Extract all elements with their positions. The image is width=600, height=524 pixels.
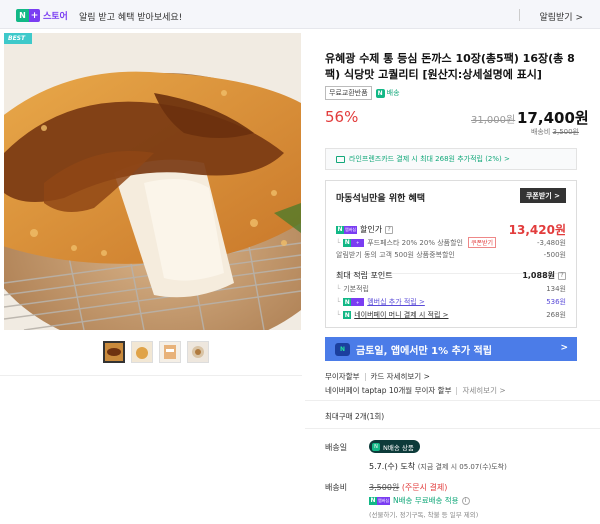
alarm-subscribe-button[interactable]: 알림받기 > <box>539 10 583 23</box>
best-tag: BEST <box>4 33 32 44</box>
shipping-fee-label: 배송비 <box>530 128 551 136</box>
naver-app-icon: N <box>335 342 350 356</box>
divider <box>305 400 600 401</box>
installment-row: 무이자할부 카드 자세히보기 > <box>325 371 430 382</box>
coupon-download-button[interactable]: 쿠폰받기 > <box>520 188 566 203</box>
shipping-fee-value: 3,500원 <box>552 128 579 136</box>
shipping-exclusion-note: (선물하기, 정기구독, 착불 등 일부 제외) <box>369 511 479 519</box>
arrival-date: 5.7.(수) 도착 <box>369 462 416 471</box>
n-delivery-tag-label: N배송 상품 <box>383 443 414 452</box>
card-detail-link[interactable]: 카드 자세히보기 > <box>371 371 430 382</box>
coupon-tag[interactable]: 쿠폰받기 <box>467 237 497 248</box>
naver-plus-membership-icon: N 멤버십 <box>336 225 357 234</box>
basic-points-value: 134원 <box>546 285 566 293</box>
thumbnail-strip <box>103 341 209 363</box>
alarm-discount-row: 알림받기 동의 고객 500원 상품중복할인 -500원 <box>336 250 566 260</box>
free-return-badge: 무료교환반품 <box>325 86 372 100</box>
max-points-label: 최대 적립 포인트 <box>336 271 393 280</box>
shipping-cost-value: 3,500원 <box>369 483 400 492</box>
store-label: 스토어 <box>43 12 68 22</box>
shipping-fee-summary: 배송비 3,500원 <box>531 127 579 137</box>
shipping-cost-label: 배송비 <box>325 483 348 492</box>
product-main-image[interactable] <box>4 33 301 330</box>
help-icon[interactable]: ? <box>385 225 394 234</box>
thumbnail-2[interactable] <box>131 341 153 363</box>
naver-n-icon: N <box>372 442 380 451</box>
card-benefit-banner[interactable]: 라인프렌즈카드 결제 시 최대 268원 추가적립 (2%) > <box>325 148 577 170</box>
taptap-detail-link[interactable]: 자세히보기 > <box>462 385 505 396</box>
info-icon[interactable]: i <box>461 496 470 505</box>
basic-points-label: 기본적립 <box>343 285 369 293</box>
naver-n-icon: N <box>16 9 29 22</box>
delivery-badge-label: 배송 <box>386 89 400 97</box>
member-benefit-box: 마동석님만을 위한 혜택 쿠폰받기 > N 멤버십 할인가 ? 13,420원 └… <box>325 180 577 328</box>
alarm-discount-label: 알림받기 동의 고객 500원 상품중복할인 <box>336 251 455 259</box>
max-purchase-text: 최대구매 2개(1회) <box>325 412 385 421</box>
free-shipping-row: N 멤버십 N배송 무료배송 적용 i <box>369 495 470 506</box>
max-points-row: 최대 적립 포인트 1,088원 ? <box>336 270 566 281</box>
notification-message: 알림 받고 혜택 받아보세요! <box>79 13 183 23</box>
taptap-label: 네이버페이 taptap 10개월 무이자 할부 <box>325 386 452 395</box>
naver-plus-icon: N + <box>343 298 365 306</box>
product-title: 유혜광 수제 통 등심 돈까스 10장(총5팩) 16장(총 8팩) 식당맛 고… <box>325 52 575 81</box>
discount-detail-row: └ N + 푸드페스타 20% 20% 상품할인 쿠폰받기 -3,480원 <box>336 237 566 248</box>
shipping-cost: 3,500원 (주문시 결제) <box>369 482 447 493</box>
membership-points-link[interactable]: 멤버십 추가 적립 > <box>367 297 425 307</box>
app-promo-banner[interactable]: N 금토일, 앱에서만 1% 추가 적립 > <box>325 337 577 361</box>
installment-label: 무이자할부 <box>325 372 360 381</box>
thumbnail-4[interactable] <box>187 341 209 363</box>
discount-rate: 56% <box>325 108 359 126</box>
naver-pay-icon: N <box>343 311 352 319</box>
alarm-discount-value: -500원 <box>543 251 566 259</box>
naver-n-icon: N <box>375 88 385 98</box>
discount-price-label: 할인가 <box>360 225 383 234</box>
thumbnail-3[interactable] <box>159 341 181 363</box>
plus-icon: + <box>29 9 40 22</box>
naverpay-points-value: 268원 <box>546 311 566 319</box>
max-points-value: 1,088원 <box>522 271 555 280</box>
benefit-title: 마동석님만을 위한 혜택 <box>336 194 426 204</box>
naver-plus-store-logo: N + 스토어 <box>16 9 68 22</box>
top-notification-bar: N + 스토어 알림 받고 혜택 받아보세요! 알림받기 > <box>0 0 600 29</box>
shipping-cost-note: (주문시 결제) <box>401 483 448 492</box>
n-delivery-tag: N N배송 상품 <box>369 440 420 453</box>
discount-price-row: N 멤버십 할인가 ? 13,420원 <box>336 221 566 238</box>
arrival-note: (지금 결제 시 05.07(수)도착) <box>417 463 507 471</box>
tonkatsu-photo-illustration <box>4 33 301 330</box>
naver-plus-icon: N + <box>343 238 365 247</box>
free-shipping-text: N배송 무료배송 적용 <box>393 496 459 505</box>
naver-plus-membership-icon: N 멤버십 <box>369 496 390 505</box>
basic-points-row: └ 기본적립 134원 <box>336 285 566 293</box>
chevron-right-icon: > <box>560 343 568 353</box>
card-benefit-text: 라인프렌즈카드 결제 시 최대 268원 추가적립 (2%) > <box>349 155 510 163</box>
food-festa-discount-label: 푸드페스타 20% 20% 상품할인 <box>367 238 463 247</box>
naverpay-points-row: └ N 네이버페이 머니 결제 시 적립 > 268원 <box>336 310 566 320</box>
max-purchase-row: 최대구매 2개(1회) <box>325 411 384 422</box>
help-icon[interactable]: ? <box>558 271 566 280</box>
delivery-badge: N 배송 <box>375 88 400 98</box>
food-festa-discount-value: -3,480원 <box>536 238 566 247</box>
naverpay-points-link[interactable]: 네이버페이 머니 결제 시 적립 > <box>354 310 448 320</box>
thumbnail-1[interactable] <box>103 341 125 363</box>
promo-text: 금토일, 앱에서만 1% 추가 적립 <box>356 345 492 357</box>
divider <box>0 375 302 376</box>
membership-points-row: └ N + 멤버십 추가 적립 > 536원 <box>336 297 566 307</box>
divider <box>519 9 520 21</box>
delivery-date-label: 배송일 <box>325 443 348 452</box>
sale-price: 17,400원 <box>517 109 589 127</box>
credit-card-icon <box>336 155 345 163</box>
product-badges: 무료교환반품 N 배송 <box>325 86 400 100</box>
taptap-row: 네이버페이 taptap 10개월 무이자 할부 자세히보기 > <box>325 385 506 396</box>
divider <box>305 428 600 429</box>
discount-price-value: 13,420원 <box>508 223 566 237</box>
membership-points-value: 536원 <box>546 298 566 306</box>
arrival-info: 5.7.(수) 도착 (지금 결제 시 05.07(수)도착) <box>369 461 507 472</box>
original-price: 31,000원 <box>471 115 516 126</box>
